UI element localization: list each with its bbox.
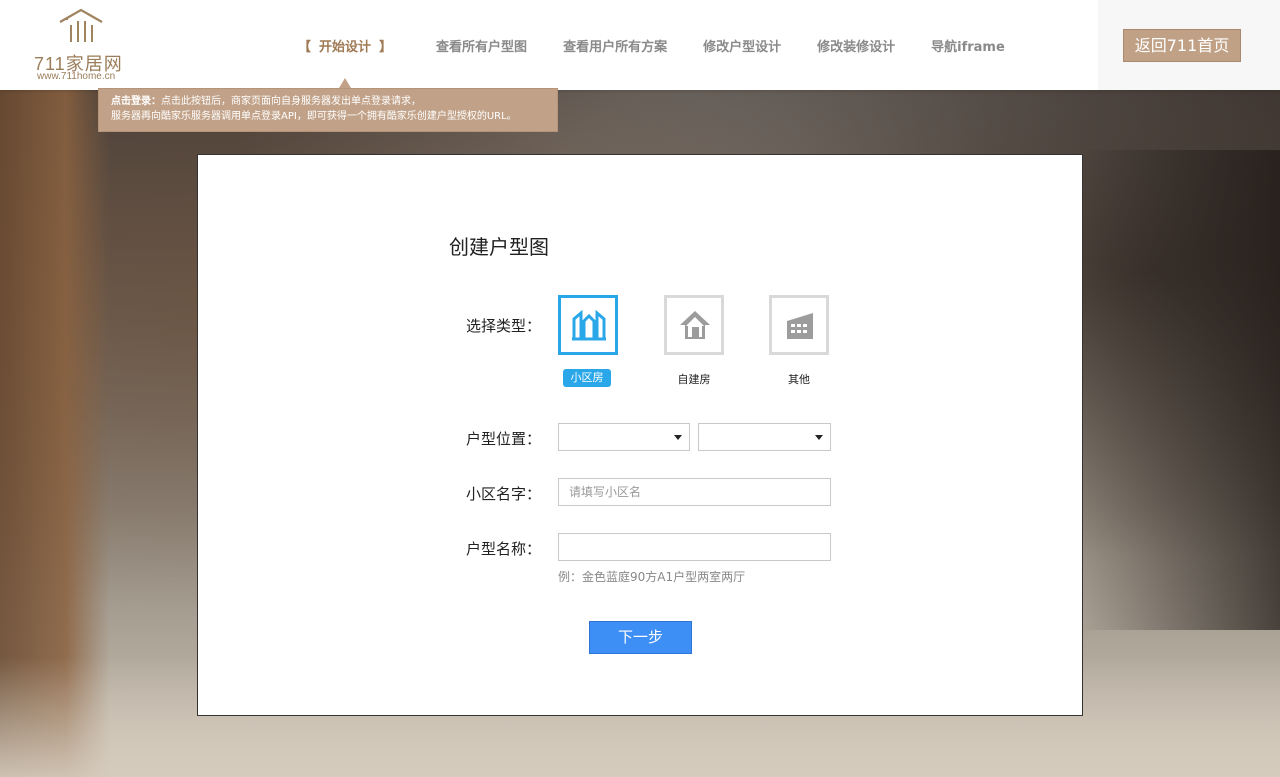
house-logo-icon	[59, 8, 103, 42]
location-label: 户型位置：	[466, 430, 542, 448]
province-select[interactable]	[558, 423, 690, 451]
type-label: 选择类型：	[466, 317, 542, 335]
type-house-label[interactable]: 自建房	[664, 371, 724, 387]
tooltip-text: 点击此按钮后，商家页面向自身服务器发出单点登录请求，	[161, 96, 421, 107]
nav-edit-decoration[interactable]: 修改装修设计	[817, 36, 895, 55]
type-apartment-option[interactable]	[558, 295, 618, 355]
nav-user-plans[interactable]: 查看用户所有方案	[563, 36, 667, 55]
type-apartment-label[interactable]: 小区房	[563, 369, 611, 387]
modal-title: 创建户型图	[449, 235, 549, 259]
building-icon	[787, 313, 813, 339]
floorplan-name-input[interactable]	[558, 533, 831, 561]
type-other-option[interactable]	[769, 295, 829, 355]
type-house-option[interactable]	[664, 295, 724, 355]
tooltip-line-1: 点击登录：点击此按钮后，商家页面向自身服务器发出单点登录请求，	[111, 94, 557, 109]
nav-edit-floorplan[interactable]: 修改户型设计	[703, 36, 781, 55]
top-header: 711家居网 www.711home.cn 【开始设计】 查看所有户型图 查看用…	[0, 0, 1280, 90]
floorplan-name-label: 户型名称：	[466, 540, 542, 558]
tooltip-arrow	[339, 78, 351, 88]
city-select[interactable]	[698, 423, 831, 451]
logo-url: www.711home.cn	[37, 71, 116, 82]
nav-bracket-close: 】	[379, 39, 393, 55]
create-floorplan-modal: 创建户型图 选择类型： 小区房 自建房 其他 户型位置： 小区名字： 请填写小区…	[197, 154, 1083, 716]
tooltip-bold: 点击登录：	[111, 96, 161, 107]
background-shadow	[1080, 150, 1280, 630]
login-tooltip: 点击登录：点击此按钮后，商家页面向自身服务器发出单点登录请求， 服务器再向酷家乐…	[98, 88, 558, 132]
nav-label: 开始设计	[319, 39, 372, 55]
type-other-label[interactable]: 其他	[769, 371, 829, 387]
nav-bracket-open: 【	[298, 39, 312, 55]
nav-start-design[interactable]: 【开始设计】	[290, 36, 400, 55]
site-logo[interactable]: 711家居网 www.711home.cn	[34, 8, 134, 84]
tooltip-line-2: 服务器再向酷家乐服务器调用单点登录API，即可获得一个拥有酷家乐创建户型授权的U…	[111, 111, 517, 122]
community-name-input[interactable]	[558, 478, 831, 506]
house-icon	[680, 311, 710, 339]
caret-down-icon	[674, 435, 682, 440]
apartment-icon	[572, 309, 606, 341]
community-label: 小区名字：	[466, 485, 542, 503]
main-nav: 【开始设计】 查看所有户型图 查看用户所有方案 修改户型设计 修改装修设计 导航…	[290, 0, 1041, 90]
nav-iframe[interactable]: 导航iframe	[931, 36, 1005, 55]
floorplan-name-hint: 例：金色蓝庭90方A1户型两室两厅	[558, 570, 746, 584]
next-step-button[interactable]: 下一步	[589, 621, 692, 654]
nav-all-floorplans[interactable]: 查看所有户型图	[436, 36, 527, 55]
back-home-button[interactable]: 返回711首页	[1123, 29, 1241, 62]
caret-down-icon	[815, 435, 823, 440]
